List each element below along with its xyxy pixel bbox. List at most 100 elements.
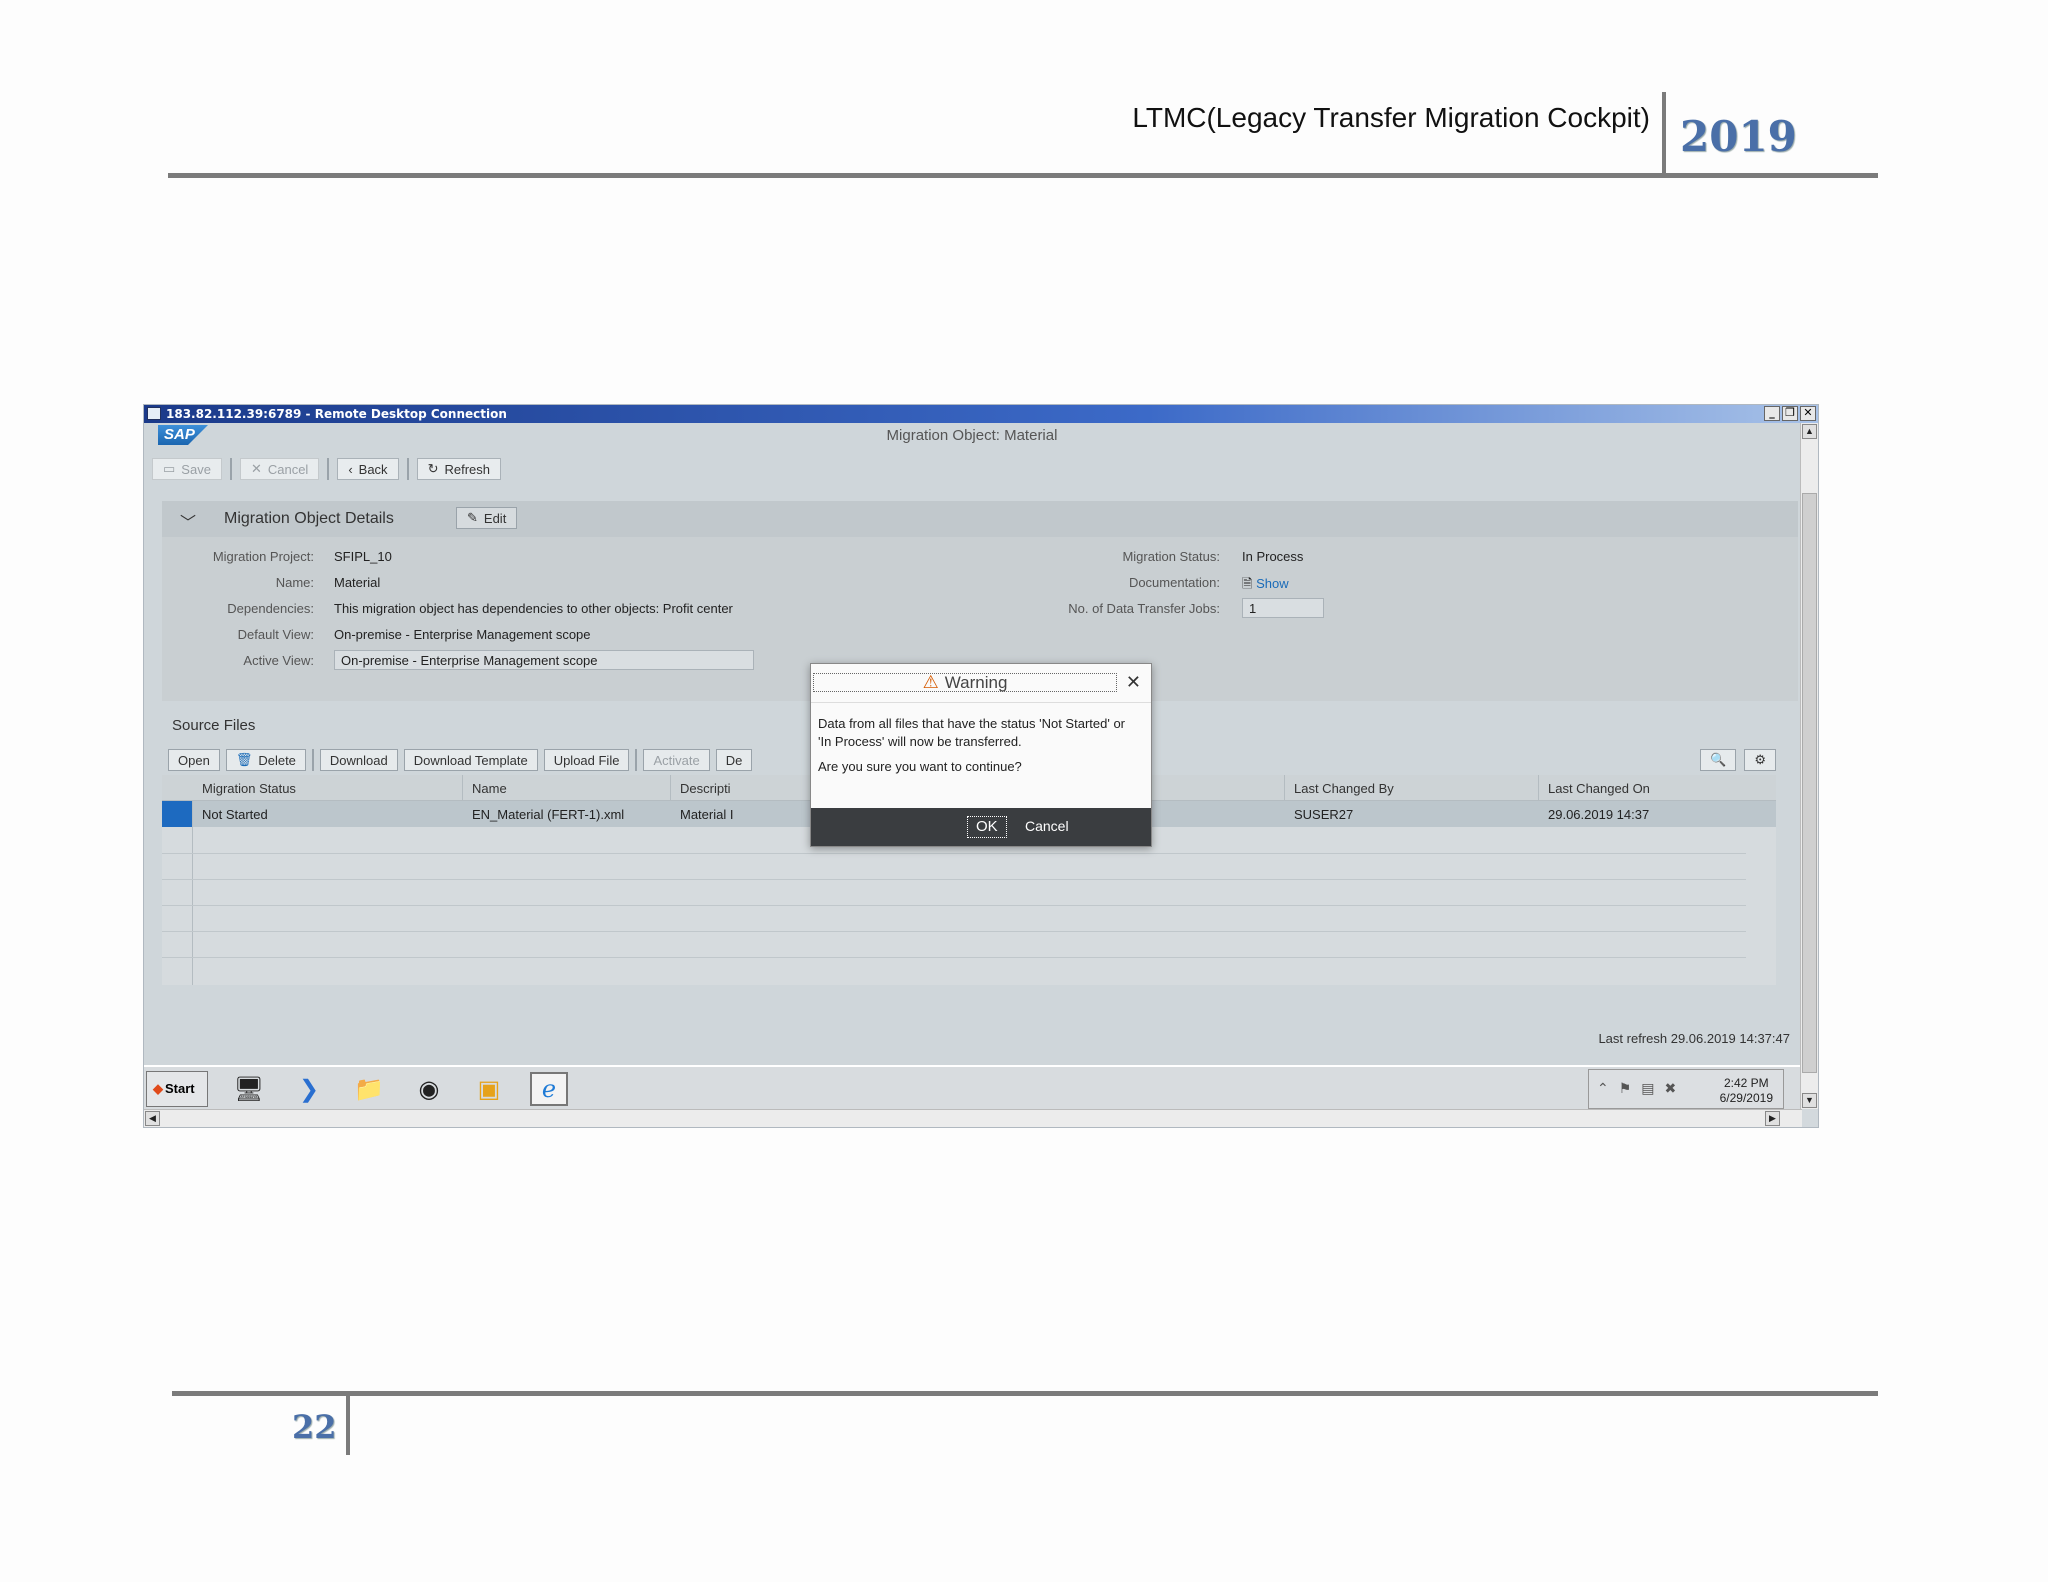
search-button[interactable]: 🔍 [1700, 749, 1737, 771]
dialog-message: Data from all files that have the status… [818, 716, 1125, 749]
documentation-show[interactable]: Show [1256, 576, 1289, 591]
migration-project-label: Migration Project: [212, 549, 314, 564]
data-transfer-jobs-label: No. of Data Transfer Jobs: [1068, 601, 1220, 616]
active-view-field[interactable]: On-premise - Enterprise Management scope [334, 650, 754, 670]
data-transfer-jobs-field[interactable]: 1 [1242, 598, 1324, 618]
warning-dialog: ⚠ Warning ✕ Data from all files that have… [810, 663, 1152, 847]
column-divider [1284, 775, 1285, 801]
trash-icon: 🗑 [235, 752, 253, 767]
refresh-icon: ↻ [427, 461, 439, 476]
powershell-icon[interactable]: ❯ [290, 1072, 328, 1106]
settings-button[interactable]: ⚙ [1744, 749, 1776, 771]
save-button[interactable]: ▭ Save [152, 458, 222, 480]
scroll-up-icon[interactable]: ▲ [1802, 424, 1817, 439]
edit-label: Edit [483, 510, 507, 526]
doc-footer-divider [346, 1393, 350, 1455]
start-button[interactable]: ◆ Start [146, 1071, 208, 1107]
toolbar-separator [635, 749, 638, 771]
dialog-cancel-button[interactable]: Cancel [1025, 818, 1069, 834]
cancel-button[interactable]: ✕ Cancel [239, 458, 320, 480]
chrome-icon[interactable]: ◉ [410, 1072, 448, 1106]
download-button[interactable]: Download [319, 749, 398, 771]
row-description: Material I [680, 807, 734, 822]
back-button[interactable]: ‹ Back [337, 458, 399, 480]
row-changed-by: SUSER27 [1294, 807, 1354, 822]
row-changed-on: 29.06.2019 14:37 [1548, 807, 1650, 822]
dialog-divider [811, 702, 1151, 703]
col-last-changed-on[interactable]: Last Changed On [1548, 781, 1650, 796]
empty-row-divider [162, 931, 1746, 932]
start-label: Start [165, 1081, 195, 1096]
download-template-button[interactable]: Download Template [403, 749, 538, 771]
chevron-down-icon[interactable]: ﹀ [180, 509, 196, 533]
deactivate-button[interactable]: De [715, 749, 753, 771]
system-tray: ⌃⚑▤✖ 2:42 PM 6/29/2019 [1588, 1069, 1784, 1109]
migration-project-value: SFIPL_10 [334, 549, 392, 564]
tray-icons[interactable]: ⌃⚑▤✖ [1597, 1080, 1686, 1097]
scroll-left-icon[interactable]: ◀ [145, 1111, 160, 1126]
column-divider [462, 775, 463, 801]
col-description[interactable]: Descripti [680, 781, 731, 796]
row-selector[interactable] [162, 801, 192, 827]
minimize-button[interactable]: _ [1764, 406, 1780, 421]
edit-button[interactable]: ✎ Edit [456, 507, 518, 529]
server-manager-icon[interactable]: 🖥 [230, 1072, 268, 1106]
internet-explorer-icon[interactable]: ℯ [530, 1072, 568, 1106]
warning-icon: ⚠ [922, 672, 939, 692]
activate-button[interactable]: Activate [643, 749, 710, 771]
dependencies-label: Dependencies: [227, 601, 314, 616]
migration-status-label: Migration Status: [1122, 549, 1220, 564]
horizontal-scrollbar[interactable]: ◀ ▶ [144, 1109, 1802, 1127]
ok-button[interactable]: OK [967, 816, 1007, 838]
file-explorer-icon[interactable]: 📁 [350, 1072, 388, 1106]
toolbar-separator [229, 458, 232, 480]
col-name[interactable]: Name [472, 781, 507, 796]
pencil-icon: ✎ [467, 510, 478, 525]
col-migration-status[interactable]: Migration Status [202, 781, 296, 796]
open-button[interactable]: Open [168, 749, 220, 771]
dialog-title-text: Warning [944, 673, 1008, 692]
user-settings-icon: ⚙ [1754, 752, 1766, 767]
windows-flag-icon: ◆ [153, 1081, 163, 1096]
last-refresh: Last refresh 29.06.2019 14:37:47 [1598, 1031, 1790, 1046]
restore-button[interactable]: ❐ [1782, 406, 1798, 421]
window-controls: _ ❐ ✕ [1764, 406, 1816, 421]
scroll-thumb[interactable] [1802, 493, 1817, 1073]
dependencies-value: This migration object has dependencies t… [334, 601, 733, 616]
toolbar-separator [327, 458, 330, 480]
details-header: ﹀ Migration Object Details ✎ Edit [162, 501, 1798, 537]
app-launcher-icon[interactable]: ▣ [470, 1072, 508, 1106]
page-number: 22 [292, 1408, 337, 1446]
row-file-name[interactable]: EN_Material (FERT-1).xml [472, 807, 624, 822]
cancel-icon: ✕ [250, 461, 262, 476]
close-button[interactable]: ✕ [1800, 406, 1816, 421]
app-title: Migration Object: Material [886, 427, 1058, 444]
empty-row-divider [162, 853, 1746, 854]
sap-app: SAP Migration Object: Material ▭ Save ✕ … [144, 423, 1800, 1065]
clock[interactable]: 2:42 PM 6/29/2019 [1720, 1076, 1773, 1106]
rdp-icon [147, 407, 161, 420]
row-status: Not Started [202, 807, 268, 822]
column-divider [670, 775, 671, 801]
doc-header-divider [1662, 92, 1666, 176]
main-toolbar: ▭ Save ✕ Cancel ‹ Back ↻ Refresh [152, 458, 501, 480]
scroll-down-icon[interactable]: ▼ [1802, 1093, 1817, 1108]
doc-footer-rule [172, 1391, 1878, 1396]
back-label: Back [358, 461, 388, 477]
delete-button[interactable]: 🗑 Delete [225, 749, 306, 771]
refresh-button[interactable]: ↻ Refresh [416, 458, 501, 480]
dialog-close-icon[interactable]: ✕ [1126, 672, 1141, 693]
source-files-toolbar: Open 🗑 Delete Download Download Template… [168, 749, 753, 771]
scroll-right-icon[interactable]: ▶ [1765, 1111, 1780, 1126]
clock-date: 6/29/2019 [1719, 1091, 1773, 1105]
dialog-title: ⚠ Warning [813, 673, 1117, 692]
col-last-changed-by[interactable]: Last Changed By [1294, 781, 1394, 796]
empty-row-divider [162, 905, 1746, 906]
documentation-link[interactable]: 🗎 Show [1242, 575, 1289, 597]
empty-row-divider [162, 879, 1746, 880]
vertical-scrollbar[interactable]: ▲ ▼ [1800, 423, 1818, 1109]
upload-file-button[interactable]: Upload File [543, 749, 630, 771]
search-icon: 🔍 [1710, 752, 1727, 767]
default-view-label: Default View: [237, 627, 314, 642]
source-files-tools: 🔍 ⚙ [1700, 749, 1776, 771]
